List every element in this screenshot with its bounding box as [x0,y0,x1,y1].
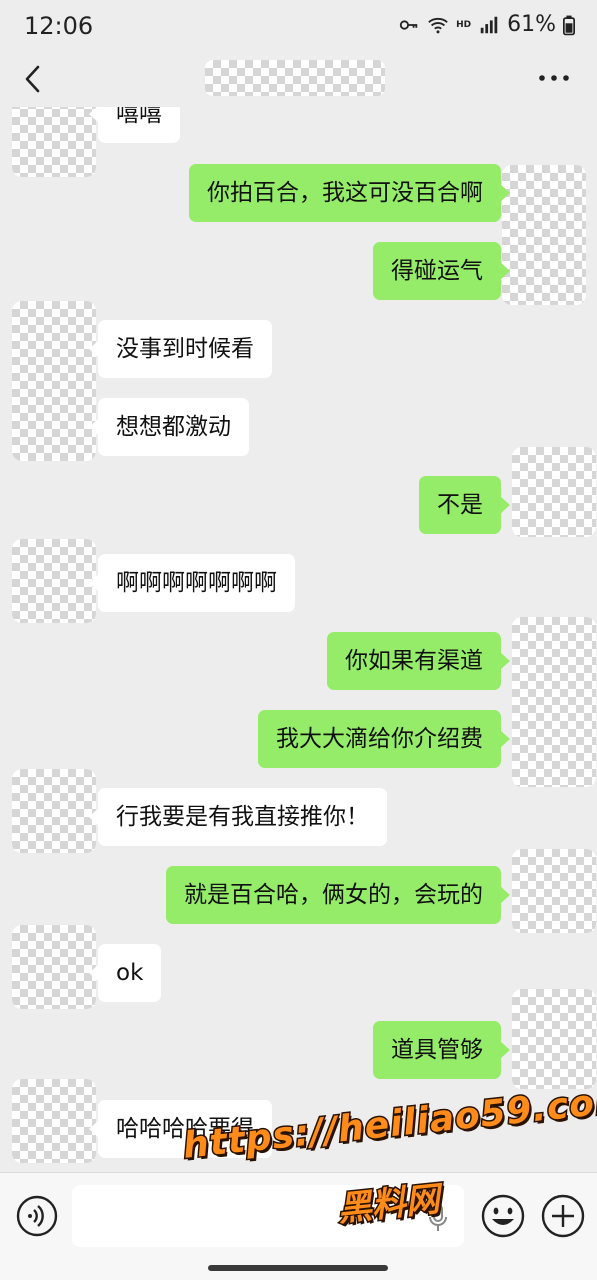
key-icon [399,19,418,30]
my-avatar[interactable] [512,617,596,787]
back-arrow-icon[interactable] [18,62,48,96]
chat-screen: 12:06 HD 61% 嘻嘻 你拍百合，我这可没百合啊 得碰运气 没事到时候看… [0,0,597,1280]
outgoing-message[interactable]: 你如果有渠道 [327,632,510,690]
outgoing-message[interactable]: 得碰运气 [373,242,510,300]
voice-icon[interactable] [16,1195,58,1237]
incoming-message[interactable]: 哈哈哈哈要得 [89,1100,272,1158]
my-avatar[interactable] [512,989,596,1089]
contact-avatar[interactable] [12,301,96,461]
incoming-message[interactable]: 啊啊啊啊啊啊啊 [89,554,295,612]
contact-avatar[interactable] [12,1079,96,1163]
battery-percent: 61% [507,12,556,37]
battery-icon [563,15,575,35]
contact-name-redacted [205,60,385,96]
contact-avatar[interactable] [12,107,96,177]
contact-avatar[interactable] [12,539,96,623]
contact-avatar[interactable] [12,769,96,853]
incoming-message[interactable]: 嘻嘻 [89,107,180,143]
nav-bar [0,52,597,107]
status-time: 12:06 [24,12,94,40]
wifi-icon [428,17,448,33]
outgoing-message[interactable]: 不是 [419,476,510,534]
my-avatar[interactable] [512,447,596,537]
outgoing-message[interactable]: 你拍百合，我这可没百合啊 [189,164,510,222]
outgoing-message[interactable]: 道具管够 [373,1021,510,1079]
outgoing-message[interactable]: 我大大滴给你介绍费 [258,710,510,768]
input-bar [0,1172,597,1280]
more-icon[interactable] [537,66,571,90]
message-input[interactable] [72,1185,464,1247]
mic-icon[interactable] [426,1203,450,1233]
my-avatar[interactable] [512,849,596,933]
status-bar: 12:06 HD 61% [0,0,597,52]
message-list[interactable]: 嘻嘻 你拍百合，我这可没百合啊 得碰运气 没事到时候看 想想都激动 不是 啊啊啊… [0,107,597,1172]
incoming-message[interactable]: ok [88,944,162,1002]
signal-icon [480,16,498,33]
incoming-message[interactable]: 想想都激动 [89,398,249,456]
emoji-icon[interactable] [480,1193,526,1239]
plus-icon[interactable] [540,1193,586,1239]
hd-indicator: HD [456,19,472,30]
contact-avatar[interactable] [12,925,96,1009]
status-icons: HD 61% [398,12,575,37]
home-indicator[interactable] [208,1265,388,1271]
my-avatar[interactable] [502,165,586,305]
incoming-message[interactable]: 行我要是有我直接推你！ [89,788,387,846]
incoming-message[interactable]: 没事到时候看 [89,320,272,378]
outgoing-message[interactable]: 就是百合哈，俩女的，会玩的 [166,866,510,924]
